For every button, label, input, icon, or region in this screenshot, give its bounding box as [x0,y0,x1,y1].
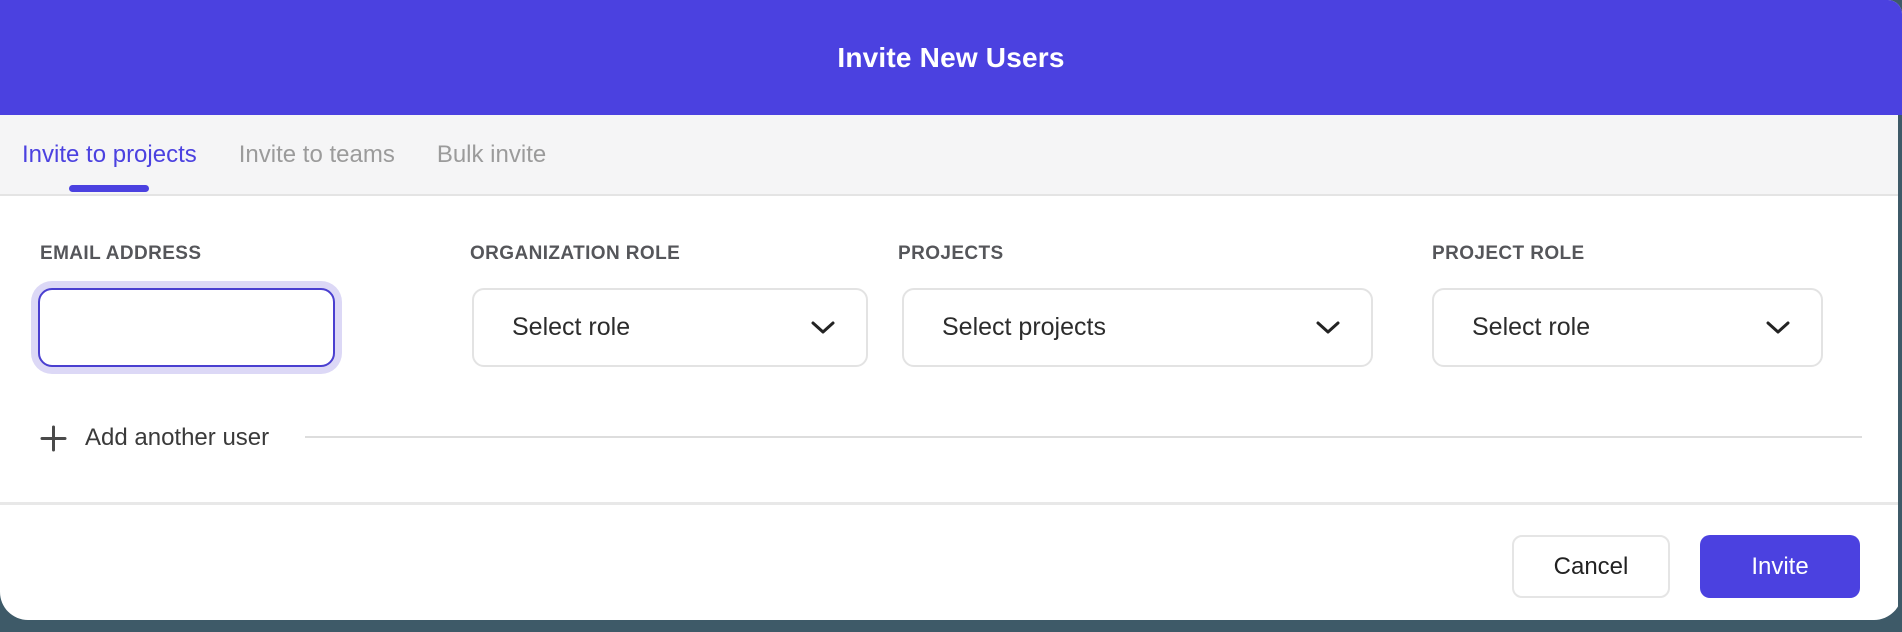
modal-header: Invite New Users [0,0,1902,115]
backdrop-right-edge [1898,115,1902,620]
add-another-user-label: Add another user [85,424,269,452]
tab-invite-to-teams[interactable]: Invite to teams [239,115,395,194]
tab-label: Invite to projects [22,141,197,169]
chevron-down-icon [1765,320,1791,335]
tab-bar: Invite to projects Invite to teams Bulk … [0,115,1902,196]
organization-role-label: ORGANIZATION ROLE [470,243,680,265]
projects-select[interactable]: Select projects [902,288,1373,367]
tab-label: Invite to teams [239,141,395,169]
projects-value: Select projects [942,313,1106,342]
active-tab-indicator [69,185,149,192]
email-address-input[interactable] [38,288,335,367]
cancel-button[interactable]: Cancel [1512,535,1670,598]
project-role-label: PROJECT ROLE [1432,243,1585,265]
plus-icon [40,425,67,452]
chevron-down-icon [810,320,836,335]
tab-bulk-invite[interactable]: Bulk invite [437,115,546,194]
email-address-label: EMAIL ADDRESS [40,243,201,265]
tab-invite-to-projects[interactable]: Invite to projects [22,115,197,194]
tab-label: Bulk invite [437,141,546,169]
invite-button[interactable]: Invite [1700,535,1860,598]
project-role-value: Select role [1472,313,1590,342]
chevron-down-icon [1315,320,1341,335]
row-divider [305,436,1862,438]
add-another-user-button[interactable]: Add another user [40,420,269,456]
project-role-select[interactable]: Select role [1432,288,1823,367]
organization-role-value: Select role [512,313,630,342]
modal-title: Invite New Users [837,42,1064,74]
organization-role-select[interactable]: Select role [472,288,868,367]
invite-new-users-modal: Invite New Users Invite to projects Invi… [0,0,1902,620]
footer-divider [0,502,1902,505]
projects-label: PROJECTS [898,243,1004,265]
